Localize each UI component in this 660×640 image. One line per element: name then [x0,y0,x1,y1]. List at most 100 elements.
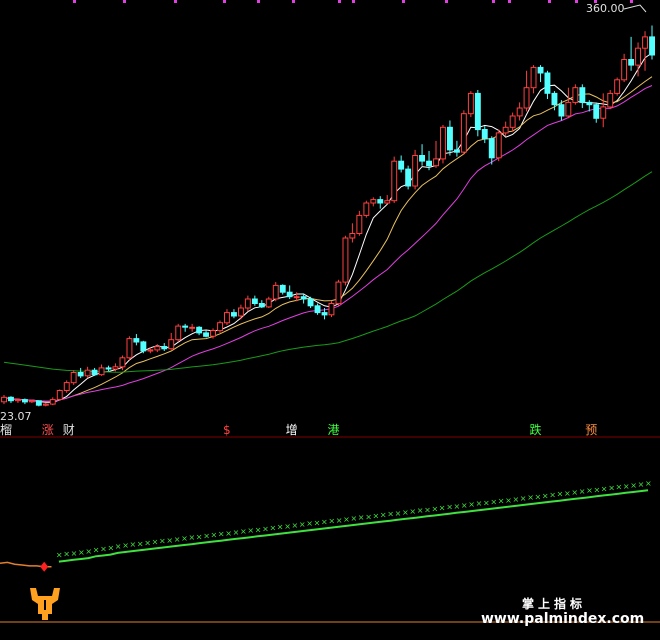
top-tick-mark [257,0,260,3]
candle [537,65,544,83]
candle-body [412,155,419,187]
candle-body [203,332,210,337]
candle [628,36,635,71]
candle-body [105,367,112,370]
candle [433,140,440,168]
candle [42,402,49,407]
candle [56,389,63,401]
indicator-cross-marker: × [314,518,321,527]
candle [412,149,419,190]
candle-body [607,92,614,108]
indicator-cross-marker: × [520,494,527,503]
top-tick-mark [174,0,177,3]
candle-body [488,138,495,159]
candle-body [279,284,286,293]
candle [502,121,509,137]
chart-canvas: 360.00 23.07 榴涨财 $ 增港跌预 × × × × × × × × × × × × × × × × × ×… [0,0,660,627]
indicator-cross-marker: × [71,549,78,558]
event-label: 增 [286,423,298,437]
indicator-cross-marker: × [93,545,100,554]
indicator-cross-marker: × [284,522,291,531]
indicator-cross-marker: × [498,497,505,506]
top-tick-mark [73,0,76,3]
indicator-cross-marker: × [152,538,159,547]
indicator-cross-marker: × [189,533,196,542]
candle-body [544,72,551,94]
indicator-cross-marker: × [247,526,254,535]
indicator-cross-marker: × [387,510,394,519]
indicator-cross-marker: × [527,493,534,502]
candle-body [335,281,342,305]
event-label: 跌 [530,422,542,437]
candle-body [147,349,154,352]
candle [231,309,237,319]
candle-body [419,155,426,162]
indicator-cross-marker: × [594,485,601,494]
candle [335,279,342,306]
candle [488,136,495,165]
candle-body [63,382,70,392]
candle [189,323,196,332]
candle [182,323,189,332]
indicator-cross-marker: × [579,487,586,496]
candle-body [481,129,488,139]
candle-body [182,325,189,328]
indicator-cross-marker: × [571,488,578,497]
candle [251,295,258,306]
candle-body [49,399,56,405]
candle-body [126,338,133,359]
top-tick-mark [123,0,126,3]
candle-body [579,87,586,103]
candle-body [154,346,161,351]
candle [22,398,28,405]
event-label: 预 [585,423,597,437]
candle-body [168,339,175,350]
indicator-cross-marker: × [196,532,203,541]
candle-body [286,291,293,298]
candle [509,112,516,132]
candle-body [77,372,84,377]
candle [161,343,168,351]
candle-body [91,369,98,376]
candle-body [244,298,251,309]
indicator-cross-marker: × [240,527,247,536]
candle [544,70,551,100]
candle [1,395,8,405]
price-low-label: 23.07 [0,410,32,423]
candle-body [537,66,544,74]
candle [105,365,112,372]
indicator-panel: × × × × × × × × × × × × × × × × × × × × × × × × × × × × × × × × × × × × × × × ×… [0,479,652,572]
indicator-cross-marker: × [144,538,151,547]
candle [98,364,105,376]
candle-body [112,366,119,370]
indicator-cross-marker: × [108,544,115,553]
indicator-cross-marker: × [461,501,468,510]
indicator-cross-marker: × [306,519,313,528]
indicator-cross-marker: × [446,503,453,512]
candle [196,326,203,336]
indicator-cross-marker: × [299,520,306,529]
indicator-cross-marker: × [166,536,173,545]
candle-body [98,367,105,376]
indicator-cross-marker: × [623,482,630,491]
indicator-cross-marker: × [409,507,416,516]
indicator-cross-marker: × [542,491,549,500]
candle [70,370,77,385]
top-tick-mark [575,0,578,3]
candle [495,129,502,162]
candle-body [649,36,655,56]
candle-body [272,284,279,300]
indicator-cross-marker: × [454,502,461,511]
indicator-cross-marker: × [535,492,542,501]
candle-body [356,214,363,234]
candle [217,320,224,333]
candle-body [426,160,433,167]
candle [63,380,70,393]
indicator-cross-marker: × [616,483,623,492]
candle-body [391,160,398,202]
candle [265,296,272,309]
event-label: 榴 [0,423,12,437]
candle-body [321,312,328,316]
indicator-cross-marker: × [181,534,188,543]
indicator-cross-marker: × [513,495,520,504]
